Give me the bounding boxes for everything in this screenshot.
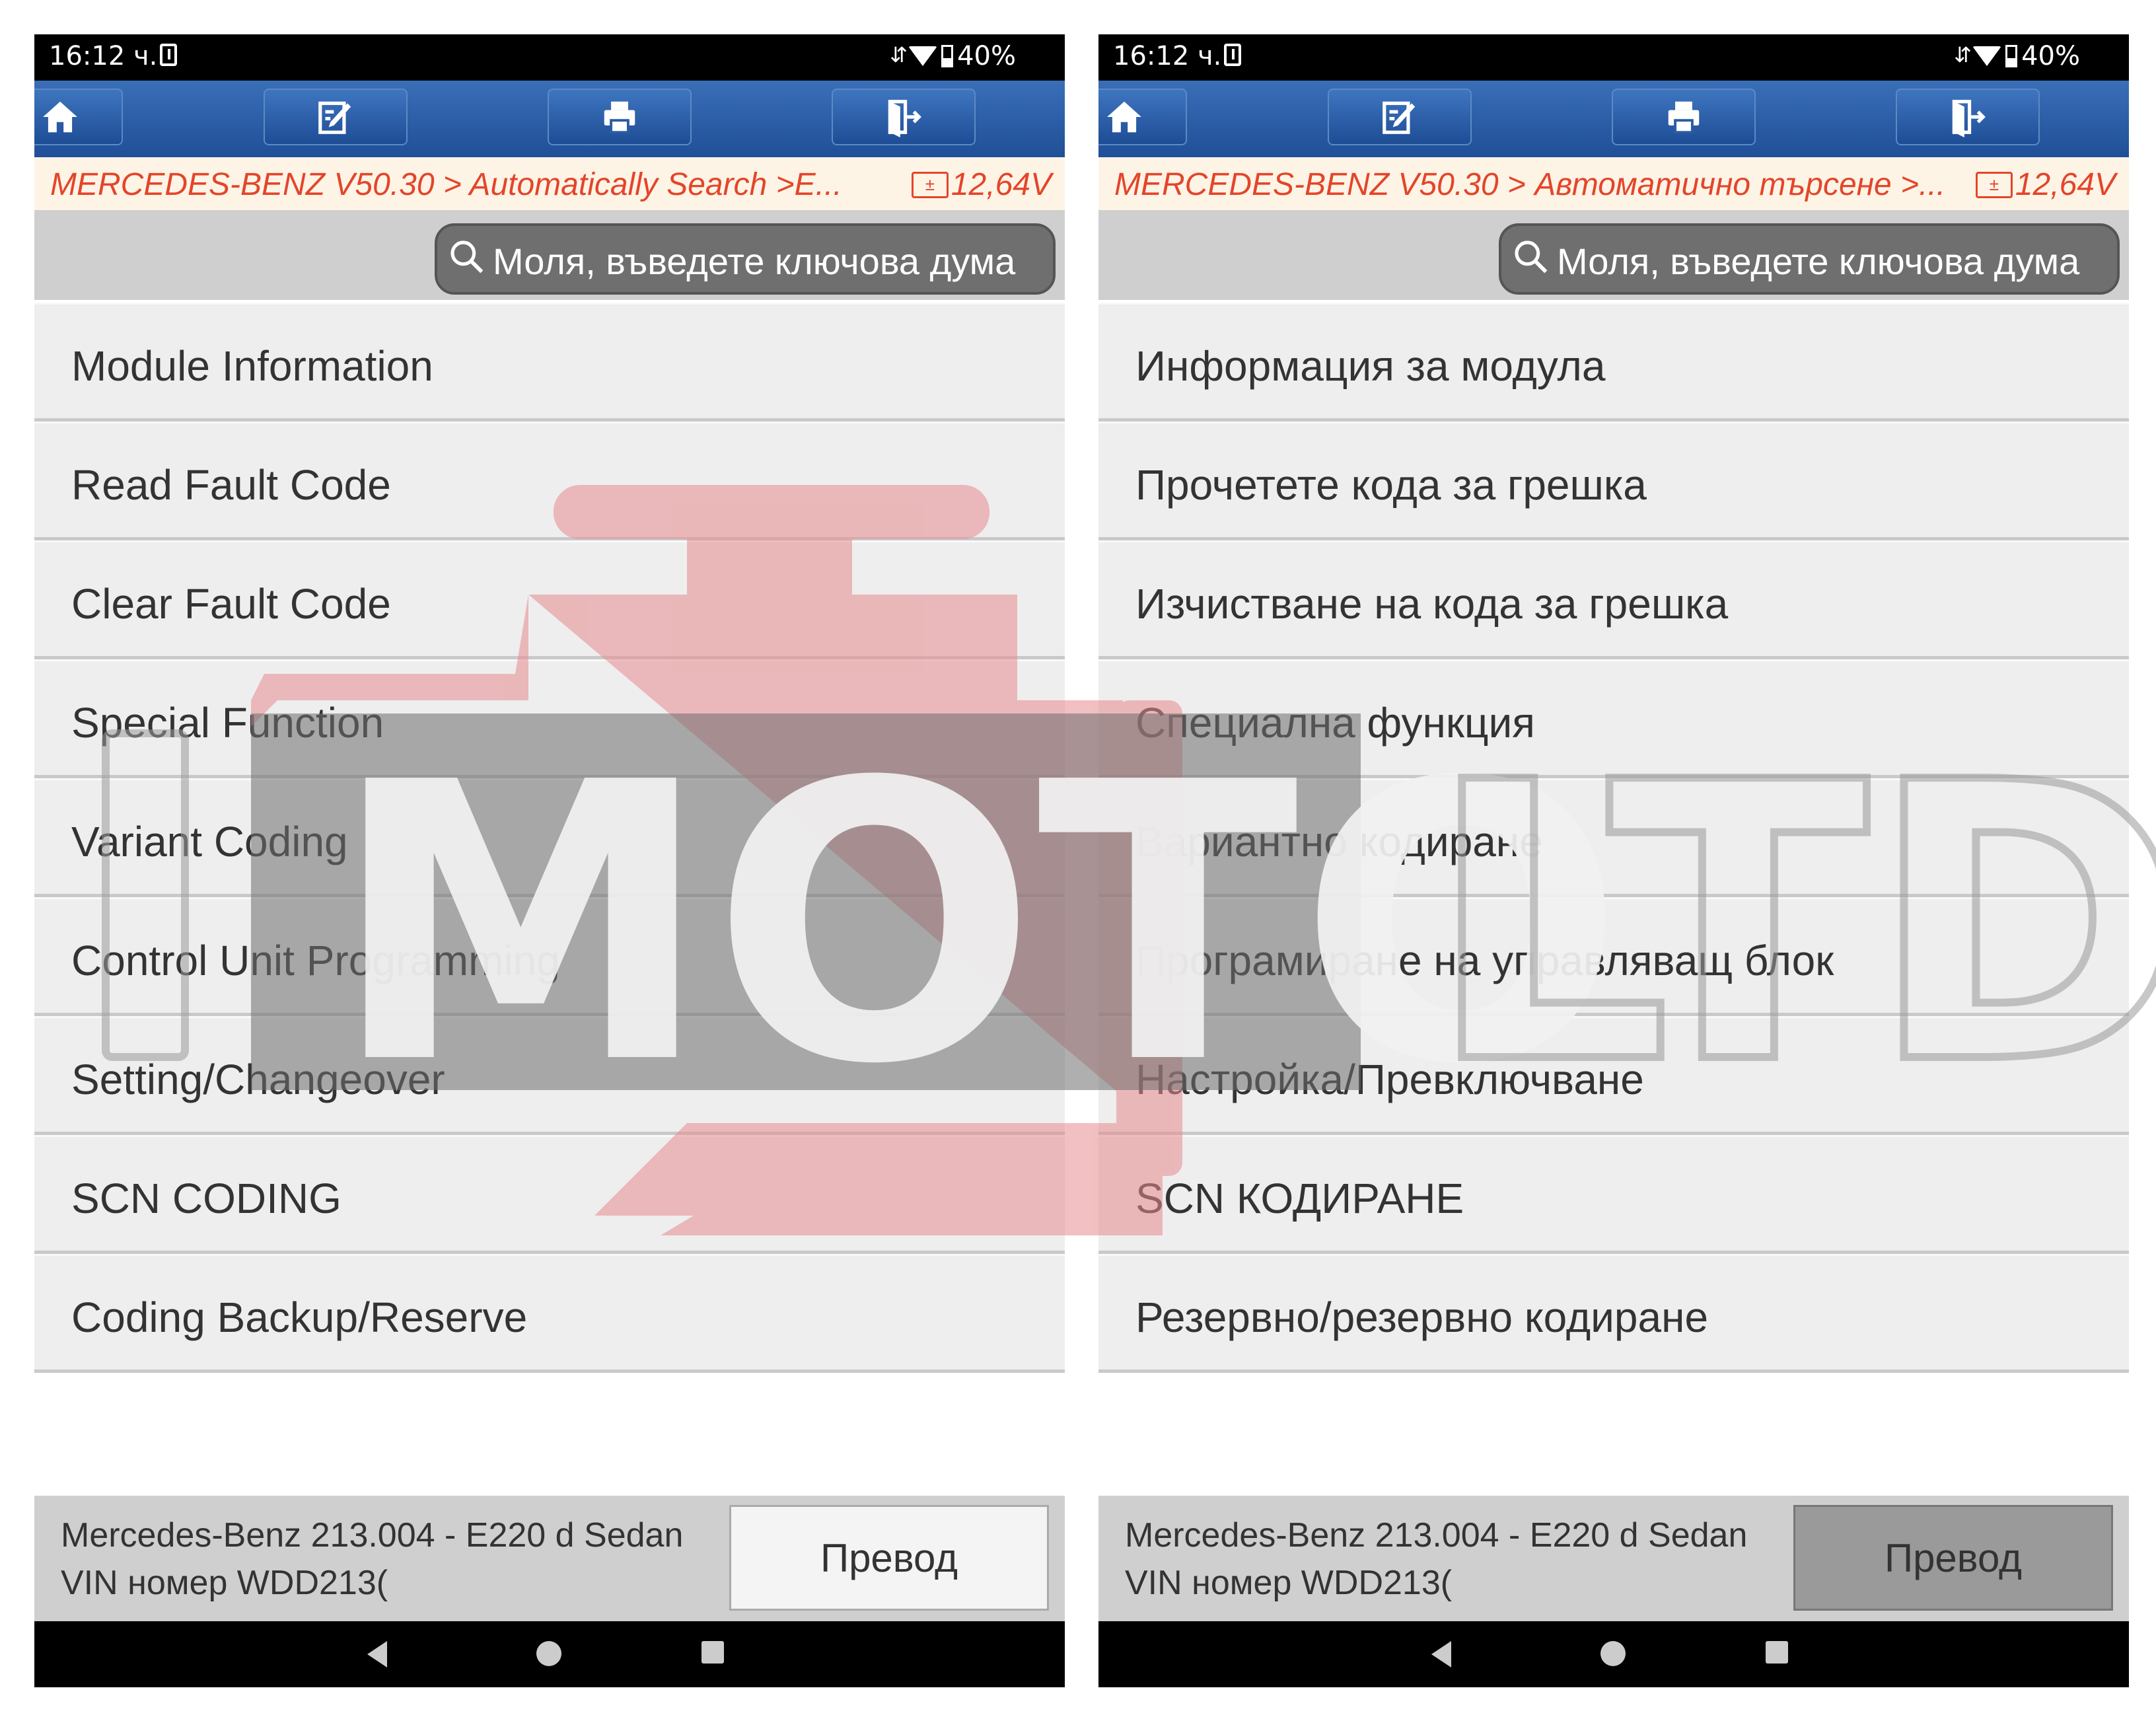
menu-item-setting-changeover[interactable]: Настройка/Превключване xyxy=(1098,1016,2129,1135)
home-icon xyxy=(43,101,77,133)
download-icon xyxy=(1224,44,1241,66)
menu-item-variant-coding[interactable]: Variant Coding xyxy=(34,778,1065,897)
menu-item-module-information[interactable]: Информация за модула xyxy=(1098,303,2129,421)
menu-item-control-unit-programming[interactable]: Control Unit Programming xyxy=(34,897,1065,1016)
status-time: 16:12 ч. xyxy=(1113,41,1222,71)
battery-percent: 40% xyxy=(957,41,1016,71)
wifi-icon xyxy=(908,46,938,66)
menu-item-read-fault-code[interactable]: Прочетете кода за грешка xyxy=(1098,421,2129,540)
menu-item-coding-backup[interactable]: Coding Backup/Reserve xyxy=(34,1254,1065,1373)
vehicle-model: Mercedes-Benz 213.004 - E220 d Sedan xyxy=(1125,1516,1748,1554)
vehicle-model: Mercedes-Benz 213.004 - E220 d Sedan xyxy=(61,1516,684,1554)
print-button[interactable] xyxy=(1612,89,1756,145)
voltage-value: 12,64V xyxy=(2015,167,2116,202)
search-placeholder: Моля, въведете ключова дума xyxy=(1557,240,2080,282)
home-button[interactable] xyxy=(1098,89,1187,145)
menu-item-coding-backup[interactable]: Резервно/резервно кодиране xyxy=(1098,1254,2129,1373)
translate-button[interactable]: Превод xyxy=(729,1505,1049,1611)
print-icon xyxy=(1668,101,1700,134)
recent-apps-icon[interactable] xyxy=(1766,1641,1788,1664)
edit-icon xyxy=(318,101,351,134)
menu-item-control-unit-programming[interactable]: Програмиране на управляващ блок xyxy=(1098,897,2129,1016)
menu-item-special-function[interactable]: Special Function xyxy=(34,659,1065,778)
toolbar xyxy=(1098,81,2129,157)
function-menu: Module Information Read Fault Code Clear… xyxy=(34,303,1065,1373)
back-icon[interactable] xyxy=(1431,1641,1451,1667)
breadcrumb: MERCEDES-BENZ V50.30 > Автоматично търсе… xyxy=(1098,157,2129,210)
translate-button[interactable]: Превод xyxy=(1793,1505,2113,1611)
edit-button[interactable] xyxy=(264,89,408,145)
exit-icon xyxy=(888,100,921,137)
vehicle-info: Mercedes-Benz 213.004 - E220 d Sedan VIN… xyxy=(61,1512,721,1607)
exit-button[interactable] xyxy=(832,89,976,145)
back-icon[interactable] xyxy=(367,1641,387,1667)
battery-percent: 40% xyxy=(2021,41,2080,71)
search-icon xyxy=(1515,240,1548,274)
status-bar: 16:12 ч. 40% xyxy=(34,34,1065,81)
vehicle-vin: VIN номер WDD213( xyxy=(61,1564,388,1602)
android-nav-bar xyxy=(34,1621,1065,1687)
search-bar: Моля, въведете ключова дума xyxy=(34,210,1065,300)
battery-status-icon xyxy=(2005,45,2018,67)
print-button[interactable] xyxy=(548,89,692,145)
home-button[interactable] xyxy=(34,89,123,145)
breadcrumb: MERCEDES-BENZ V50.30 > Automatically Sea… xyxy=(34,157,1065,210)
phone-screen-english: 16:12 ч. 40% MERCEDES-BENZ V50.30 > Auto… xyxy=(34,34,1065,1687)
battery-status-icon xyxy=(941,45,954,67)
menu-item-variant-coding[interactable]: Вариантно кодиране xyxy=(1098,778,2129,897)
menu-item-setting-changeover[interactable]: Setting/Changeover xyxy=(34,1016,1065,1135)
battery-icon: ± xyxy=(911,171,949,198)
voltage-readout: ± 12,64V xyxy=(1975,166,2116,203)
menu-item-scn-coding[interactable]: SCN CODING xyxy=(34,1135,1065,1254)
exit-icon xyxy=(1952,100,1986,137)
menu-item-read-fault-code[interactable]: Read Fault Code xyxy=(34,421,1065,540)
signal-icon xyxy=(1954,42,1972,69)
voltage-readout: ± 12,64V xyxy=(911,166,1052,203)
status-bar: 16:12 ч. 40% xyxy=(1098,34,2129,81)
battery-icon: ± xyxy=(1975,171,2013,198)
status-time: 16:12 ч. xyxy=(49,41,158,71)
menu-item-special-function[interactable]: Специална функция xyxy=(1098,659,2129,778)
print-icon xyxy=(604,101,635,134)
exit-button[interactable] xyxy=(1896,89,2040,145)
menu-item-scn-coding[interactable]: SCN КОДИРАНЕ xyxy=(1098,1135,2129,1254)
edit-icon xyxy=(1383,101,1416,134)
vehicle-info: Mercedes-Benz 213.004 - E220 d Sedan VIN… xyxy=(1125,1512,1785,1607)
voltage-value: 12,64V xyxy=(951,167,1052,202)
search-bar: Моля, въведете ключова дума xyxy=(1098,210,2129,300)
function-menu: Информация за модула Прочетете кода за г… xyxy=(1098,303,2129,1373)
signal-icon xyxy=(890,42,908,69)
home-icon xyxy=(1107,101,1141,133)
search-placeholder: Моля, въведете ключова дума xyxy=(493,240,1016,282)
breadcrumb-path: MERCEDES-BENZ V50.30 > Автоматично търсе… xyxy=(1114,167,1946,202)
edit-button[interactable] xyxy=(1328,89,1472,145)
recent-apps-icon[interactable] xyxy=(701,1641,724,1664)
search-icon xyxy=(450,240,484,274)
menu-item-module-information[interactable]: Module Information xyxy=(34,303,1065,421)
vehicle-footer: Mercedes-Benz 213.004 - E220 d Sedan VIN… xyxy=(1098,1496,2129,1621)
breadcrumb-path: MERCEDES-BENZ V50.30 > Automatically Sea… xyxy=(50,167,842,202)
android-nav-bar xyxy=(1098,1621,2129,1687)
home-circle-icon[interactable] xyxy=(536,1641,561,1666)
vehicle-footer: Mercedes-Benz 213.004 - E220 d Sedan VIN… xyxy=(34,1496,1065,1621)
menu-item-clear-fault-code[interactable]: Изчистване на кода за грешка xyxy=(1098,540,2129,659)
toolbar xyxy=(34,81,1065,157)
menu-item-clear-fault-code[interactable]: Clear Fault Code xyxy=(34,540,1065,659)
wifi-icon xyxy=(1972,46,2002,66)
download-icon xyxy=(160,44,177,66)
search-input[interactable]: Моля, въведете ключова дума xyxy=(1499,223,2120,295)
home-circle-icon[interactable] xyxy=(1600,1641,1626,1666)
phone-screen-bulgarian: 16:12 ч. 40% MERCEDES-BENZ V50.30 > Авто… xyxy=(1098,34,2129,1687)
vehicle-vin: VIN номер WDD213( xyxy=(1125,1564,1453,1602)
search-input[interactable]: Моля, въведете ключова дума xyxy=(435,223,1056,295)
